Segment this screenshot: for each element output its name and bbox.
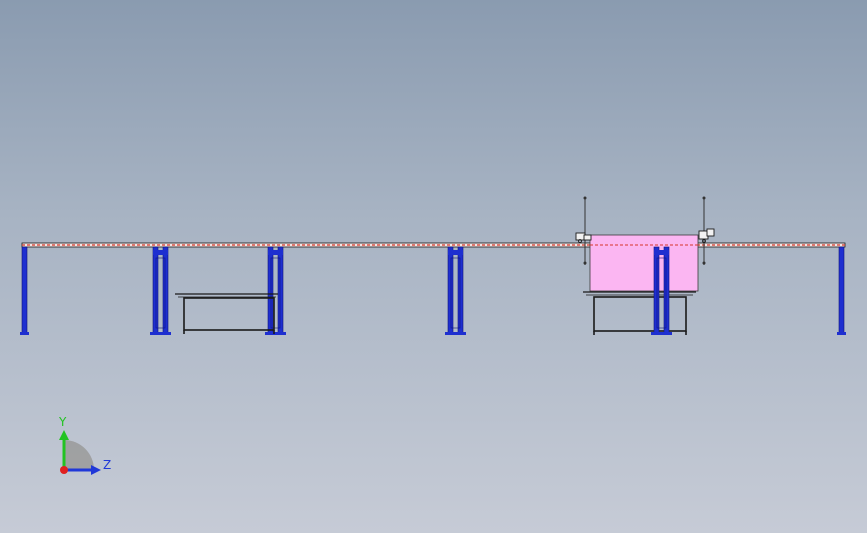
axis-triad: Y Z	[58, 415, 111, 475]
workbench-left	[175, 293, 278, 334]
clamp-left	[575, 232, 592, 243]
support-frame-1	[150, 246, 171, 335]
z-axis-label: Z	[103, 458, 111, 472]
end-leg-right	[837, 246, 846, 335]
cutting-unit	[575, 196, 715, 335]
support-frame-2	[265, 246, 286, 335]
triad-plane-icon	[64, 440, 94, 470]
conveyor-rail	[21, 242, 846, 248]
y-axis-label: Y	[58, 415, 67, 429]
end-leg-left	[20, 246, 29, 335]
cad-viewport[interactable]: Y Z	[0, 0, 867, 533]
support-frame-3	[445, 246, 466, 335]
origin-point	[60, 466, 68, 474]
clamp-right	[698, 228, 715, 243]
